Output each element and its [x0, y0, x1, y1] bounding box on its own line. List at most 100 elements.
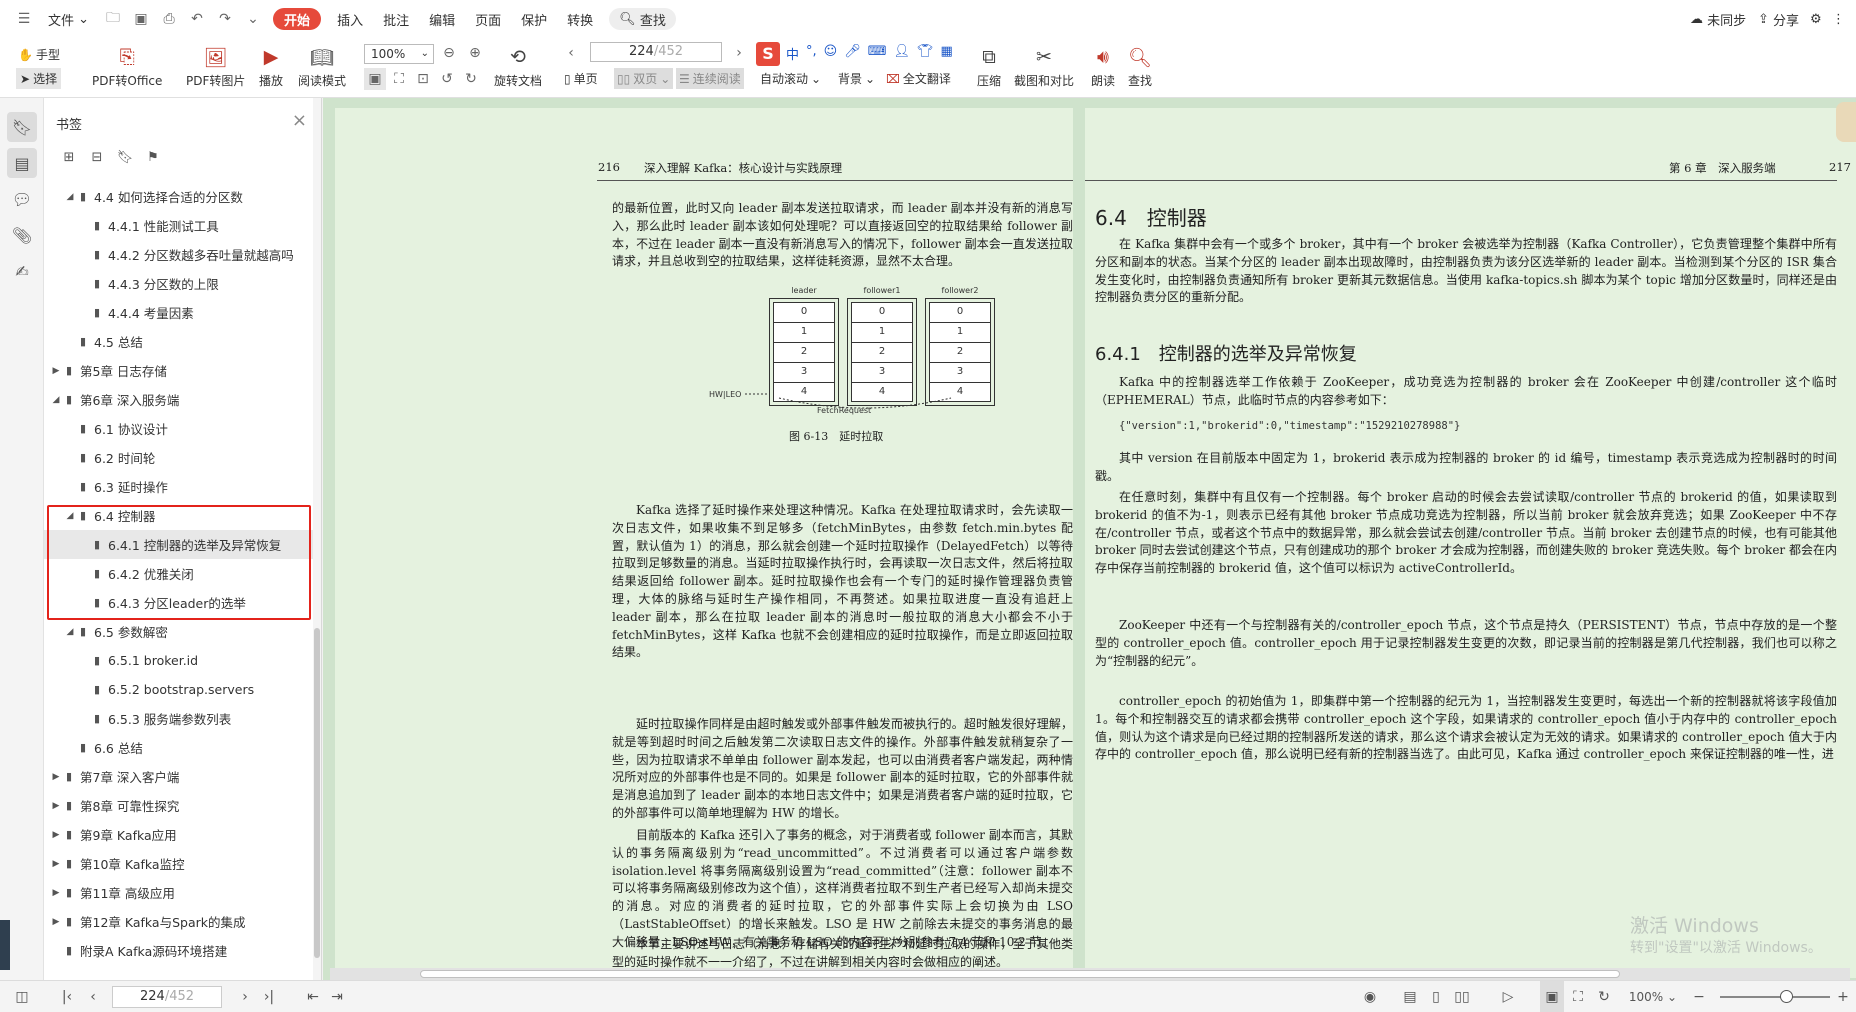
zoom-select[interactable]: 100% ⌄ — [364, 44, 434, 64]
quick-access-dropdown-icon[interactable]: ⌄ — [239, 5, 267, 33]
fit-page-icon[interactable]: ▣ — [364, 68, 386, 90]
sidebar-item[interactable]: ▮ 4.4.2 分区数越多吞吐量就越高吗 — [44, 240, 314, 269]
shirt-icon[interactable]: 👕︎ — [917, 44, 934, 63]
share-button[interactable]: ⇪ 分享 — [1758, 0, 1799, 38]
search-menu[interactable]: 🔍︎ 查找 — [609, 8, 676, 30]
menu-tab-annotate[interactable]: 批注 — [373, 4, 419, 34]
hamburger-menu-icon[interactable]: ☰ — [10, 5, 38, 33]
sidebar-item[interactable]: ▮ 6.5.1 broker.id — [44, 646, 314, 675]
hand-tool-button[interactable]: ✋ 手型 — [18, 46, 60, 63]
expand-arrow-icon[interactable]: ▶ — [50, 801, 62, 811]
sidebar-item[interactable]: ▶ ▮ 第9章 Kafka应用 — [44, 820, 314, 849]
collapse-all-icon[interactable]: ⊟ — [88, 148, 106, 166]
eye-protection-icon[interactable]: ◉ — [1356, 981, 1384, 1012]
sidebar-item[interactable]: ▮ 6.6 总结 — [44, 733, 314, 762]
screenshot-compare-button[interactable]: ✂ 截图和对比 — [1014, 44, 1074, 89]
select-tool-button[interactable]: ➤ 选择 — [16, 68, 62, 89]
rotate-left-icon[interactable]: ↺ — [436, 68, 458, 90]
expand-arrow-icon[interactable]: ▶ — [50, 888, 62, 898]
single-view-icon[interactable]: ▯ — [1424, 981, 1448, 1012]
horizontal-scrollbar[interactable] — [330, 968, 1850, 980]
single-page-button[interactable]: ▯ 单页 — [564, 70, 598, 87]
find-button[interactable]: 🔍︎ 查找 — [1127, 44, 1153, 89]
status-zoom-select[interactable]: 100% ⌄ — [1626, 981, 1680, 1012]
sidebar-item[interactable]: ▶ ▮ 第12章 Kafka与Spark的集成 — [44, 907, 314, 936]
sidebar-item[interactable]: ▮ 4.4.1 性能测试工具 — [44, 211, 314, 240]
forward-icon[interactable]: ⇥ — [326, 981, 348, 1012]
punctuation-icon[interactable]: °, — [806, 44, 817, 63]
toggle-sidebar-icon[interactable]: ◫ — [8, 981, 36, 1012]
rotate-right-icon[interactable]: ↻ — [460, 68, 482, 90]
fit-width-icon[interactable]: ⛶ — [1566, 981, 1590, 1012]
attachment-panel-icon[interactable]: 📎︎ — [7, 220, 37, 250]
thumbnail-panel-icon[interactable]: ▤ — [7, 148, 37, 178]
sidebar-item[interactable]: ▶ ▮ 第5章 日志存储 — [44, 356, 314, 385]
ime-chinese-label[interactable]: 中 — [786, 44, 799, 63]
pdf-to-office-button[interactable]: ⎘ PDF转Office — [92, 44, 162, 89]
fit-page-icon[interactable]: ▣ — [1540, 981, 1564, 1012]
sidebar-item[interactable]: ▶ ▮ 第7章 深入客户端 — [44, 762, 314, 791]
sidebar-item[interactable]: ▮ 附录A Kafka源码环境搭建 — [44, 936, 314, 965]
expand-all-icon[interactable]: ⊞ — [60, 148, 78, 166]
signature-panel-icon[interactable]: ✍ — [7, 256, 37, 286]
background-button[interactable]: 背景 ⌄ — [838, 70, 875, 87]
expand-arrow-icon[interactable]: ▶ — [50, 859, 62, 869]
grid-icon[interactable]: ▦ — [941, 44, 953, 63]
continuous-view-icon[interactable]: ▤ — [1398, 981, 1422, 1012]
sidebar-item[interactable]: ▮ 4.5 总结 — [44, 327, 314, 356]
expand-arrow-icon[interactable]: ▶ — [50, 772, 62, 782]
sidebar-item[interactable]: ▮ 6.2 时间轮 — [44, 443, 314, 472]
zoom-out-icon[interactable]: ⊖ — [438, 42, 460, 64]
read-mode-button[interactable]: 📖︎ 阅读模式 — [298, 44, 346, 89]
sidebar-item[interactable]: ▶ ▮ 第8章 可靠性探究 — [44, 791, 314, 820]
horizontal-scroll-thumb[interactable] — [420, 970, 1620, 978]
auto-scroll-button[interactable]: 自动滚动 ⌄ — [760, 70, 821, 87]
full-translate-button[interactable]: ⌧ 全文翻译 — [886, 70, 951, 87]
keyboard-icon[interactable]: ⌨ — [868, 44, 887, 63]
prev-page-icon[interactable]: ‹ — [82, 981, 104, 1012]
zoom-slider-thumb[interactable] — [1780, 990, 1793, 1003]
double-view-icon[interactable]: ▯▯ — [1450, 981, 1474, 1012]
print-icon[interactable]: ⎙ — [155, 5, 183, 33]
double-page-button[interactable]: ▯▯ 双页 ⌄ — [614, 68, 674, 89]
menu-tab-insert[interactable]: 插入 — [327, 4, 373, 34]
expand-arrow-icon[interactable]: ▶ — [50, 830, 62, 840]
rotate-doc-button[interactable]: ⟲ 旋转文档 — [494, 44, 542, 89]
rotate-icon[interactable]: ↻ — [1592, 981, 1616, 1012]
sidebar-item[interactable]: ▮ 6.5.3 服务端参数列表 — [44, 704, 314, 733]
compress-button[interactable]: ⧉ 压缩 — [976, 44, 1002, 89]
menu-tab-protect[interactable]: 保护 — [511, 4, 557, 34]
menu-tab-start[interactable]: 开始 — [273, 8, 322, 30]
sidebar-item[interactable]: ◢ ▮ 第6章 深入服务端 — [44, 385, 314, 414]
sidebar-item[interactable]: ▮ 6.5.2 bootstrap.servers — [44, 675, 314, 704]
fit-width-icon[interactable]: ⛶ — [388, 68, 410, 90]
ime-logo-icon[interactable]: S — [756, 42, 780, 66]
bookmark-panel-icon[interactable]: 🔖︎ — [7, 112, 37, 142]
redo-icon[interactable]: ↷ — [211, 5, 239, 33]
save-icon[interactable]: ▣ — [127, 5, 155, 33]
collapse-arrow-icon[interactable]: ◢ — [64, 627, 76, 637]
sidebar-item[interactable]: ▶ ▮ 第10章 Kafka监控 — [44, 849, 314, 878]
actual-size-icon[interactable]: ⊡ — [412, 68, 434, 90]
sidebar-scroll-thumb[interactable] — [314, 628, 320, 958]
play-icon[interactable]: ▷ — [1496, 981, 1520, 1012]
continuous-read-button[interactable]: ☰ 连续阅读 — [676, 68, 744, 89]
read-aloud-button[interactable]: 🔊︎ 朗读 — [1090, 44, 1116, 89]
next-page-icon[interactable]: › — [234, 981, 256, 1012]
side-handle[interactable] — [0, 920, 10, 970]
bookmark-options-icon[interactable]: ⚑ — [144, 148, 162, 166]
sidebar-scrollbar[interactable] — [313, 98, 321, 980]
microphone-icon[interactable]: 🎤︎ — [844, 44, 861, 63]
pdf-to-image-button[interactable]: 🖼︎ PDF转图片 — [186, 44, 245, 89]
floating-assistant-icon[interactable] — [1836, 102, 1856, 142]
emoji-icon[interactable]: ☺ — [824, 44, 838, 63]
comment-panel-icon[interactable]: 💬︎ — [7, 184, 37, 214]
collapse-arrow-icon[interactable]: ◢ — [50, 395, 62, 405]
sidebar-item[interactable]: ◢ ▮ 6.5 参数解密 — [44, 617, 314, 646]
sidebar-item[interactable]: ▮ 4.4.3 分区数的上限 — [44, 269, 314, 298]
menu-tab-edit[interactable]: 编辑 — [419, 4, 465, 34]
settings-icon[interactable]: ⚙ — [1810, 0, 1822, 38]
status-page-input[interactable]: 224/452 — [112, 986, 222, 1008]
sidebar-item[interactable]: ▮ 6.1 协议设计 — [44, 414, 314, 443]
close-icon[interactable]: × — [292, 110, 307, 131]
